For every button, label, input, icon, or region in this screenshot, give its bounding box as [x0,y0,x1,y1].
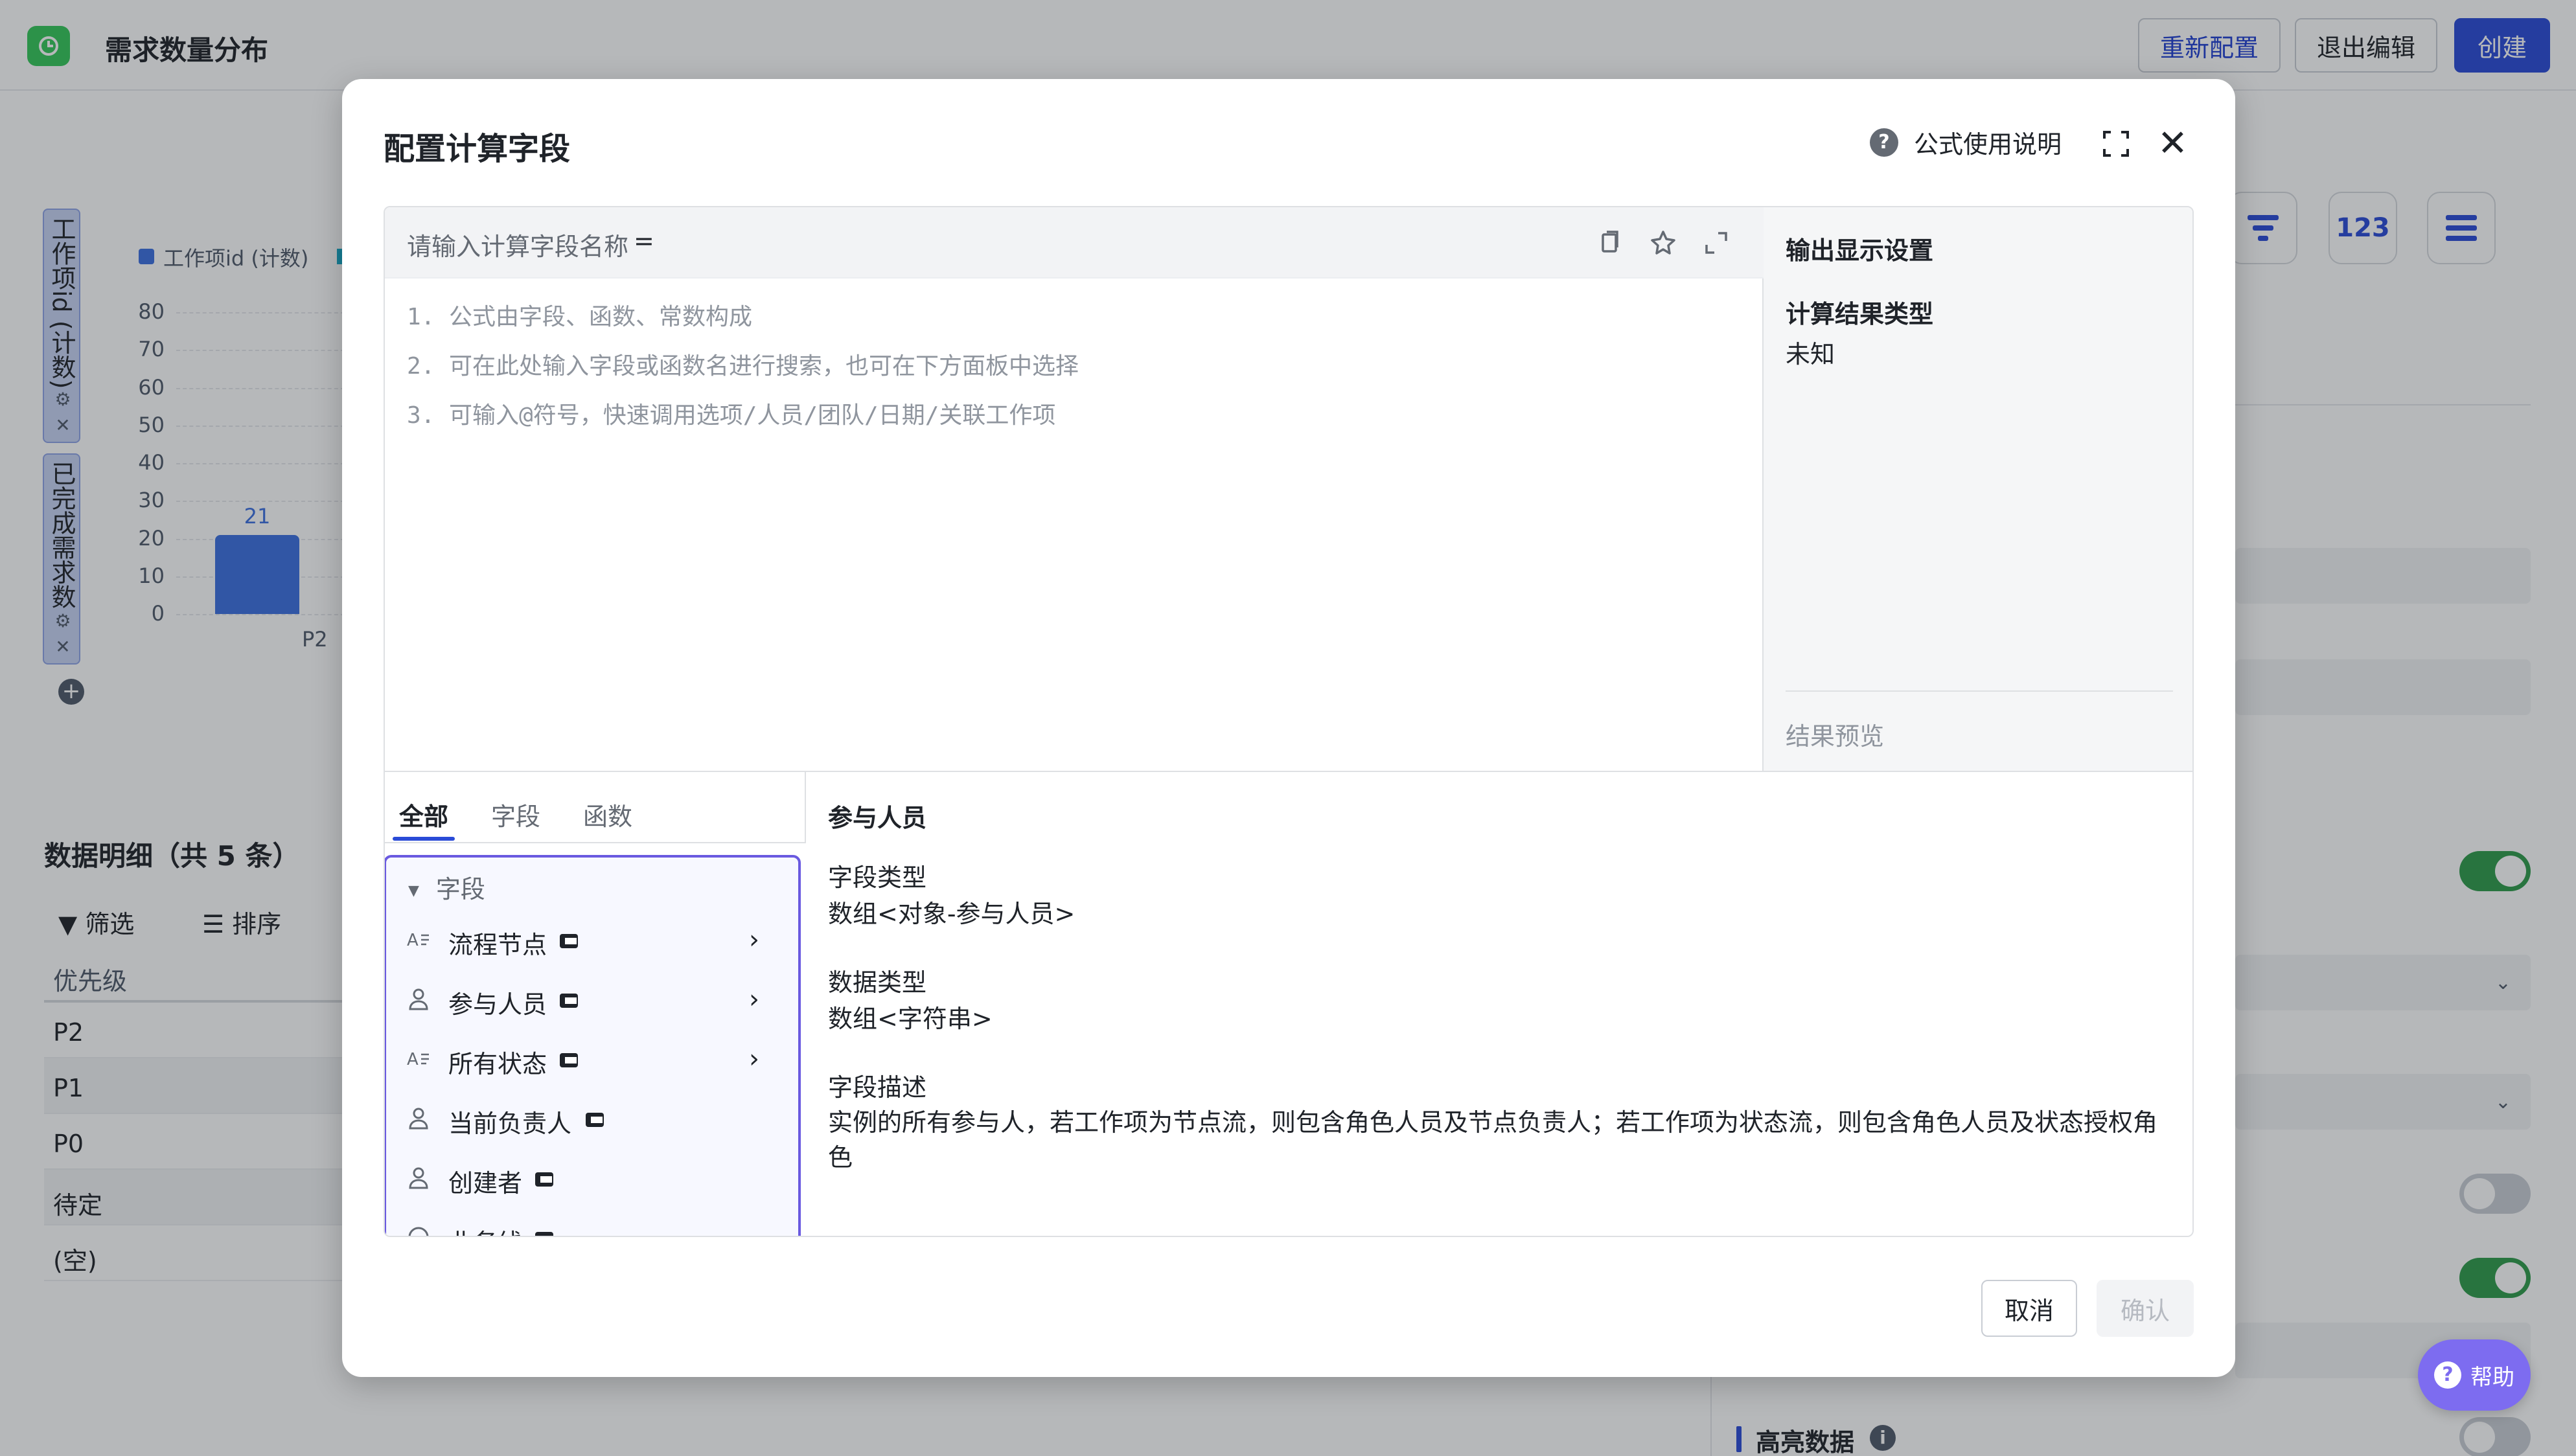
list-item-process-node[interactable]: A 流程节点 › [386,911,798,970]
person-icon [409,988,428,1010]
result-preview-label: 结果预览 [1786,722,1885,751]
person-icon [409,1108,428,1130]
formula-input-area[interactable]: 请输入计算字段名称 = 1. 公式由字段、函数、常数构成 2. 可在此处输入字段… [385,207,1764,772]
equals-sign: = [634,227,654,255]
person-icon [409,1167,428,1189]
tab-all[interactable]: 全部 [399,797,448,832]
expand-icon[interactable] [1700,227,1732,259]
field-name: 流程节点 [448,931,547,959]
text-field-icon: A [407,1050,429,1069]
svg-text:A: A [407,931,419,950]
close-icon[interactable]: ✕ [2157,126,2188,162]
field-list: ▼ 字段 A 流程节点 › 参与人员 › A 所有状态 › 当前负责人 创建者 [385,855,801,1236]
list-item-all-states[interactable]: A 所有状态 › [386,1030,798,1089]
data-type-value: 数组<字符串> [828,1005,993,1033]
field-name: 业务线 [448,1223,522,1236]
question-icon: ? [1870,128,1898,157]
confirm-button[interactable]: 确认 [2097,1280,2194,1337]
hint-line: 2. 可在此处输入字段或函数名进行搜索，也可在下方面板中选择 [407,353,1079,380]
output-settings-panel: 输出显示设置 计算结果类型 未知 结果预览 [1764,207,2192,772]
svg-text:A: A [407,1050,419,1069]
hint-line: 3. 可输入@符号，快速调用选项/人员/团队/日期/关联工作项 [407,402,1056,429]
caret-down-icon: ▼ [408,883,419,899]
config-calc-field-dialog: 配置计算字段 ? 公式使用说明 ✕ 请输入计算字段名称 = 1. 公式由字段、函… [342,79,2235,1377]
field-group-header[interactable]: ▼ 字段 [408,869,485,905]
result-type-label: 计算结果类型 [1786,300,1934,328]
result-type-value: 未知 [1786,340,1835,369]
field-desc-label: 字段描述 [828,1073,927,1102]
chevron-right-icon[interactable]: › [749,984,759,1014]
field-type-label: 字段类型 [828,863,927,892]
field-tag-icon [586,1113,604,1127]
output-settings-title: 输出显示设置 [1786,236,1934,265]
text-field-icon: A [407,931,429,950]
copy-icon[interactable] [1594,227,1626,259]
formula-help-label: 公式使用说明 [1914,130,2062,159]
field-detail-panel: 参与人员 字段类型 数组<对象-参与人员> 数据类型 数组<字符串> 字段描述 … [806,772,2192,1236]
tab-functions[interactable]: 函数 [583,797,632,832]
field-tag-icon [535,1232,553,1236]
field-type-value: 数组<对象-参与人员> [828,900,1075,928]
field-tag-icon [560,934,578,948]
chevron-right-icon[interactable]: › [749,1044,759,1074]
tab-fields[interactable]: 字段 [491,797,540,832]
hint-line: 1. 公式由字段、函数、常数构成 [407,304,753,330]
field-desc-value: 实例的所有参与人，若工作项为节点流，则包含角色人员及节点负责人；若工作项为状态流… [828,1108,2158,1172]
field-name-input[interactable]: 请输入计算字段名称 [407,227,628,262]
field-tag-icon [535,1172,553,1187]
formula-help-link[interactable]: ? 公式使用说明 [1870,124,2062,160]
chevron-right-icon[interactable]: › [749,925,759,955]
field-tag-icon [560,1053,578,1067]
field-name: 所有状态 [448,1050,547,1078]
list-item-current-owner[interactable]: 当前负责人 [386,1089,798,1149]
cancel-button[interactable]: 取消 [1981,1280,2077,1337]
help-button[interactable]: ? 帮助 [2418,1339,2531,1411]
field-tabs: 全部 字段 函数 [385,772,806,843]
group-label: 字段 [435,875,485,904]
list-item-participants[interactable]: 参与人员 › [386,970,798,1030]
field-name-bar: 请输入计算字段名称 = [385,207,1764,279]
formula-editor: 请输入计算字段名称 = 1. 公式由字段、函数、常数构成 2. 可在此处输入字段… [384,206,2194,1237]
field-tag-icon [560,994,578,1008]
fullscreen-icon[interactable] [2100,128,2132,159]
circle-icon [408,1227,429,1236]
list-item-creator[interactable]: 创建者 [386,1149,798,1209]
field-name: 当前负责人 [448,1109,572,1138]
field-name: 参与人员 [448,990,547,1019]
field-detail-title: 参与人员 [828,804,927,832]
data-type-label: 数据类型 [828,968,927,997]
question-icon: ? [2434,1361,2461,1389]
field-name: 创建者 [448,1169,523,1198]
divider [1786,690,2173,692]
active-tab-indicator [393,837,455,841]
help-label: 帮助 [2470,1364,2514,1391]
list-item-business-line[interactable]: 业务线 [386,1209,798,1236]
dialog-title: 配置计算字段 [384,131,571,167]
magic-icon[interactable] [1647,227,1679,259]
